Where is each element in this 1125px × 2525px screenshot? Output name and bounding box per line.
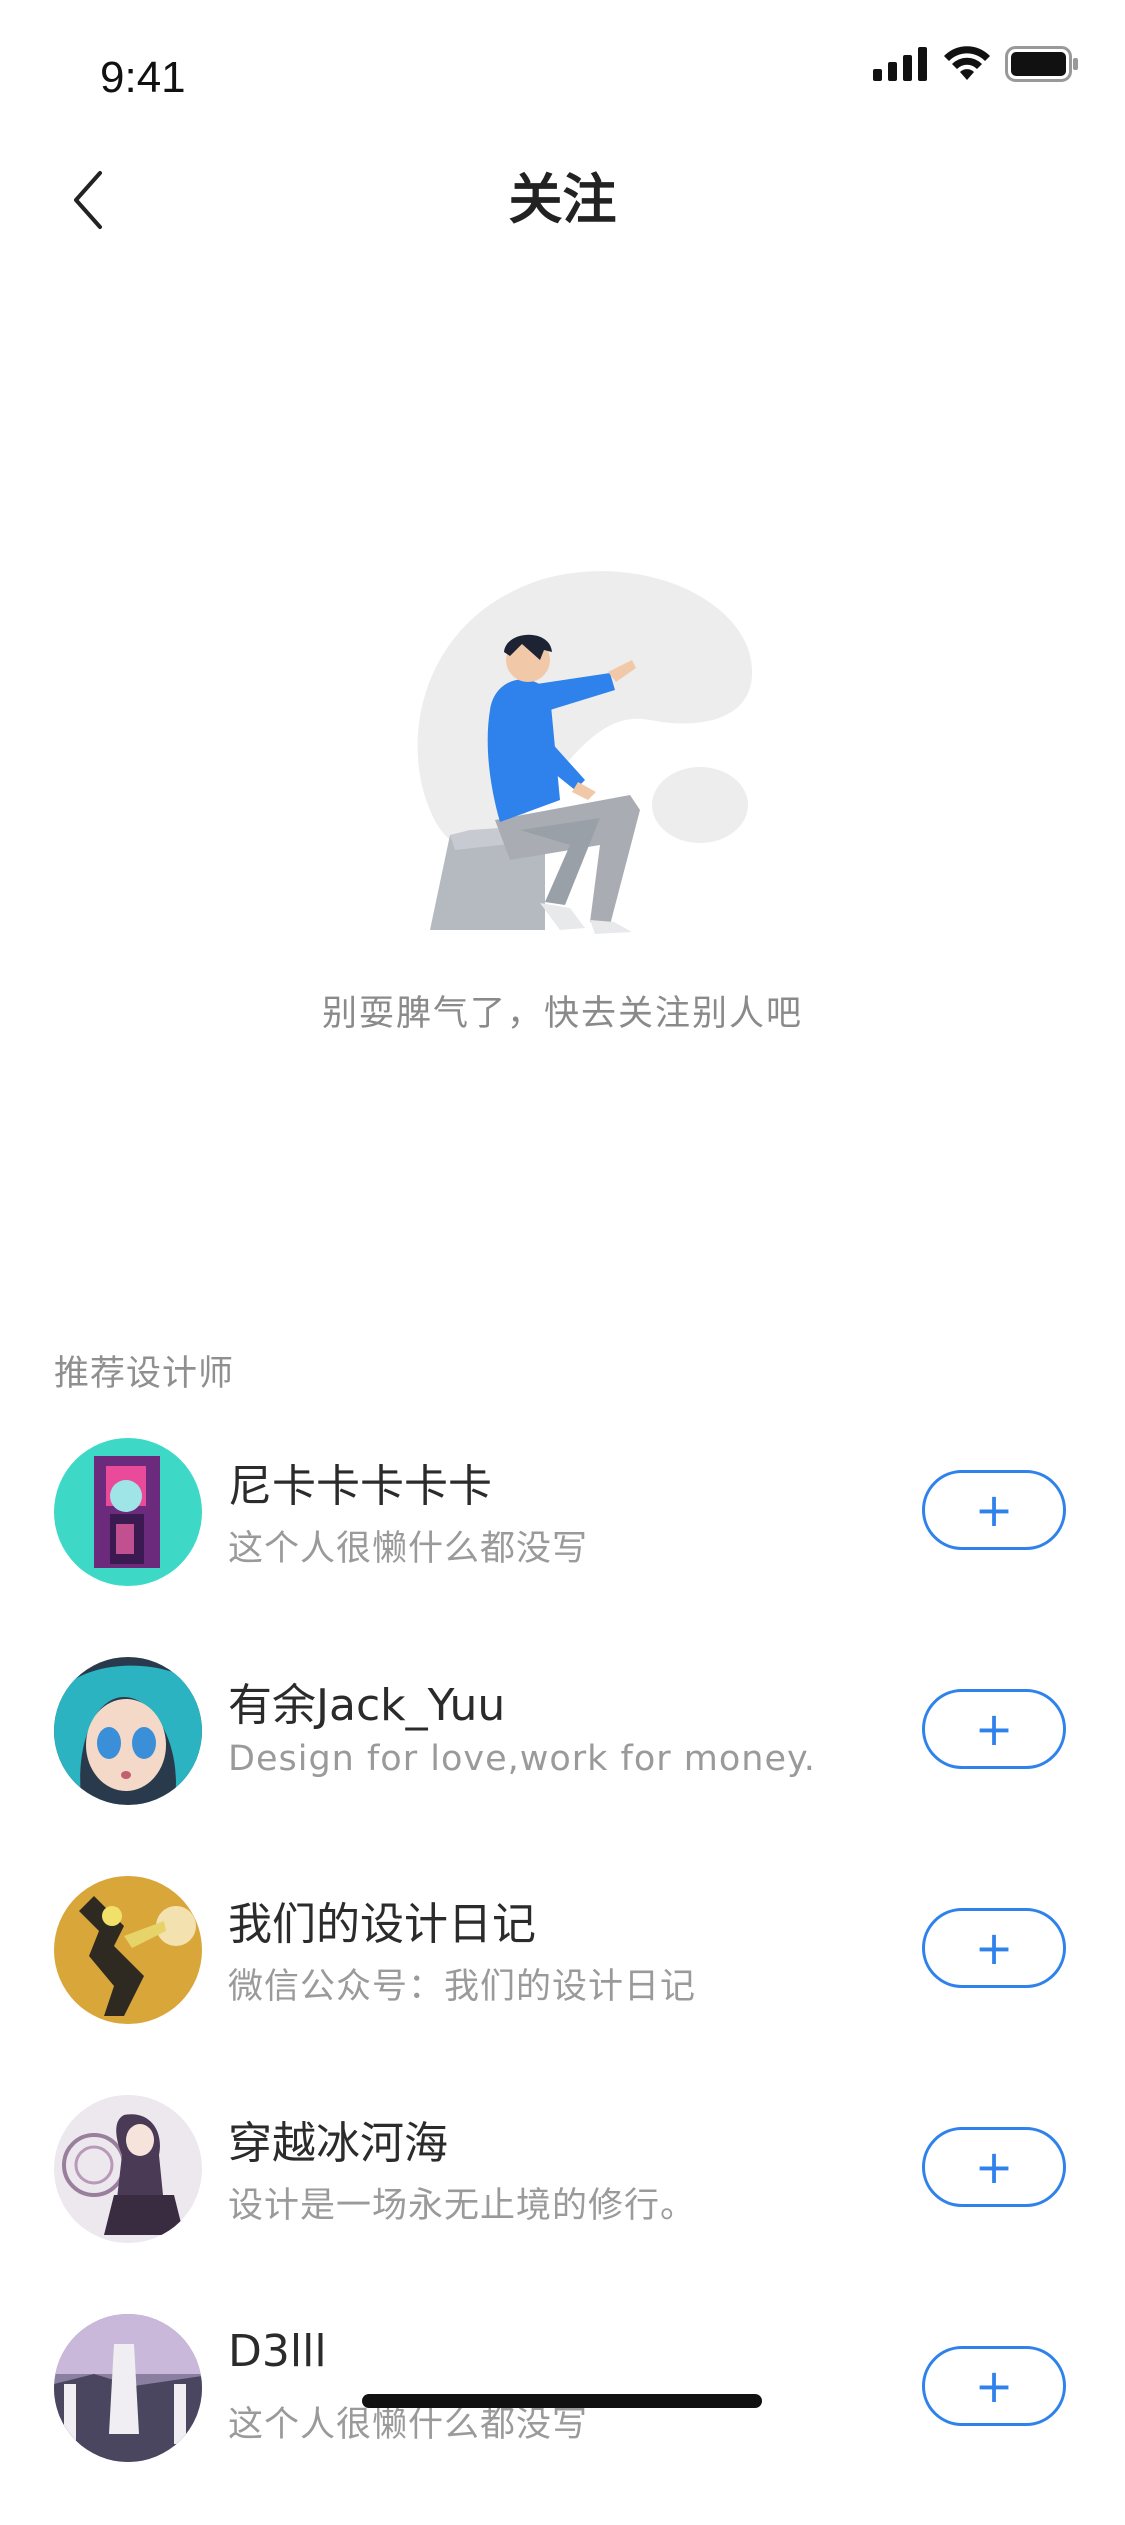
designer-name: 有余Jack_Yuu bbox=[228, 1680, 506, 1731]
avatar[interactable] bbox=[54, 1438, 202, 1586]
status-icons bbox=[873, 46, 1079, 82]
home-indicator bbox=[362, 2394, 762, 2408]
designer-name: 我们的设计日记 bbox=[228, 1899, 536, 1950]
designer-name: 穿越冰河海 bbox=[228, 2118, 448, 2169]
empty-state-message: 别耍脾气了，快去关注别人吧 bbox=[321, 994, 803, 1034]
designer-row[interactable]: 尼卡卡卡卡卡 这个人很懒什么都没写 + bbox=[0, 1430, 1125, 1649]
avatar[interactable] bbox=[54, 2314, 202, 2462]
battery-icon bbox=[1005, 46, 1078, 82]
follow-button[interactable]: + bbox=[922, 1689, 1066, 1769]
designer-row[interactable]: 我们的设计日记 微信公众号：我们的设计日记 + bbox=[0, 1868, 1125, 2087]
nav-bar: 关注 bbox=[0, 140, 1125, 260]
designer-row[interactable]: 穿越冰河海 设计是一场永无止境的修行。 + bbox=[0, 2087, 1125, 2306]
avatar[interactable] bbox=[54, 1876, 202, 2024]
plus-icon: + bbox=[974, 2359, 1014, 2413]
designer-bio: 微信公众号：我们的设计日记 bbox=[228, 1967, 697, 2007]
plus-icon: + bbox=[974, 1702, 1014, 1756]
status-time: 9:41 bbox=[100, 53, 186, 102]
avatar[interactable] bbox=[54, 2095, 202, 2243]
designer-row[interactable]: D3lll 这个人很懒什么都没写 + bbox=[0, 2306, 1125, 2525]
follow-button[interactable]: + bbox=[922, 2127, 1066, 2207]
designer-name: D3lll bbox=[228, 2326, 327, 2377]
plus-icon: + bbox=[974, 1483, 1014, 1537]
designer-bio: Design for love,work for money. bbox=[228, 1739, 816, 1779]
follow-button[interactable]: + bbox=[922, 1470, 1066, 1550]
designer-name: 尼卡卡卡卡卡 bbox=[228, 1461, 492, 1512]
status-bar: 9:41 bbox=[0, 0, 1125, 132]
designer-bio: 这个人很懒什么都没写 bbox=[228, 1529, 589, 1569]
section-title: 推荐设计师 bbox=[54, 1354, 235, 1394]
empty-state-illustration bbox=[417, 571, 753, 934]
plus-icon: + bbox=[974, 1921, 1014, 1975]
follow-button[interactable]: + bbox=[922, 1908, 1066, 1988]
designer-bio: 设计是一场永无止境的修行。 bbox=[228, 2186, 697, 2226]
follow-button[interactable]: + bbox=[922, 2346, 1066, 2426]
designer-row[interactable]: 有余Jack_Yuu Design for love,work for mone… bbox=[0, 1649, 1125, 1868]
signal-icon bbox=[873, 47, 927, 81]
wifi-icon bbox=[944, 46, 990, 80]
page-title: 关注 bbox=[508, 168, 617, 231]
designer-list: 尼卡卡卡卡卡 这个人很懒什么都没写 + 有余Jack_Yuu Design fo… bbox=[0, 1430, 1125, 2525]
plus-icon: + bbox=[974, 2140, 1014, 2194]
avatar[interactable] bbox=[54, 1657, 202, 1805]
